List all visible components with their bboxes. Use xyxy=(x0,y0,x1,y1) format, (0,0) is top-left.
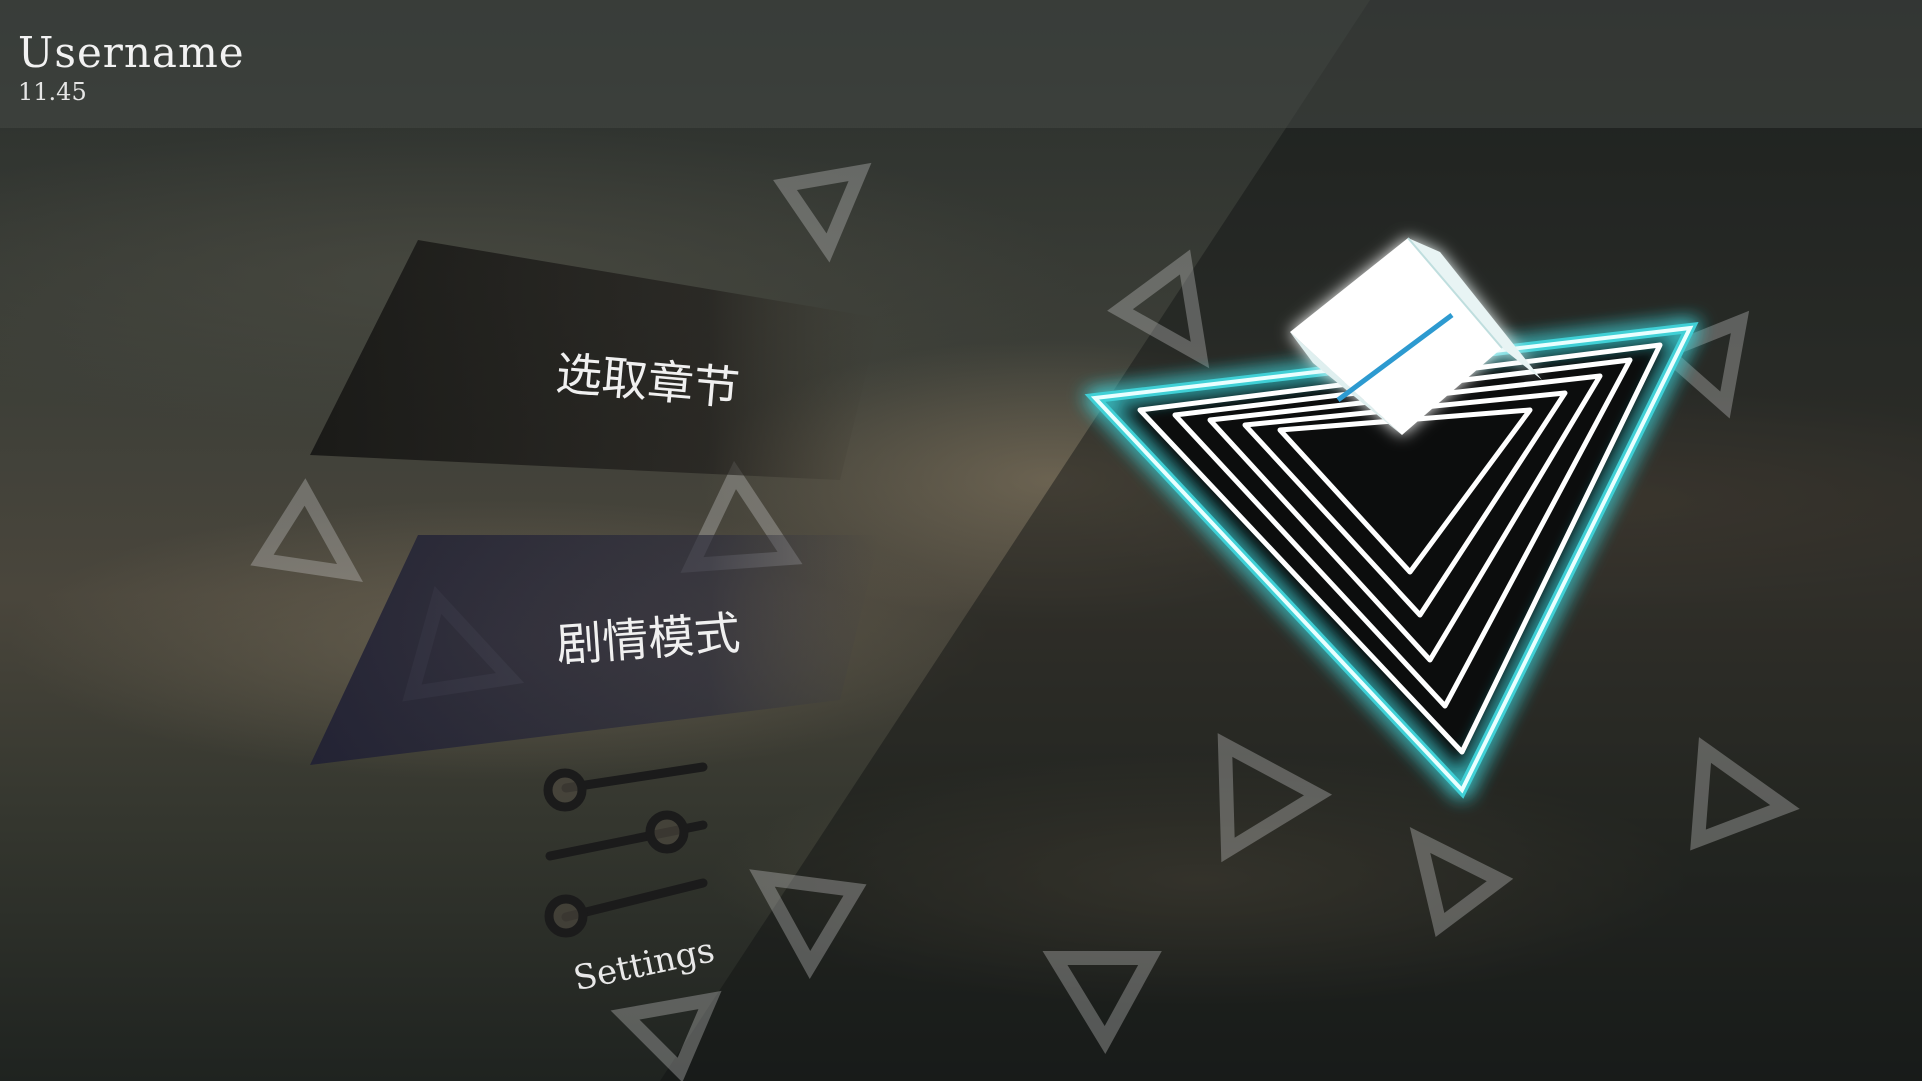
glowing-triangle-cube-logo-icon xyxy=(1084,237,1699,799)
main-menu-screen: Username 11.45 选取章节 剧情模式 Settings xyxy=(0,0,1922,1081)
